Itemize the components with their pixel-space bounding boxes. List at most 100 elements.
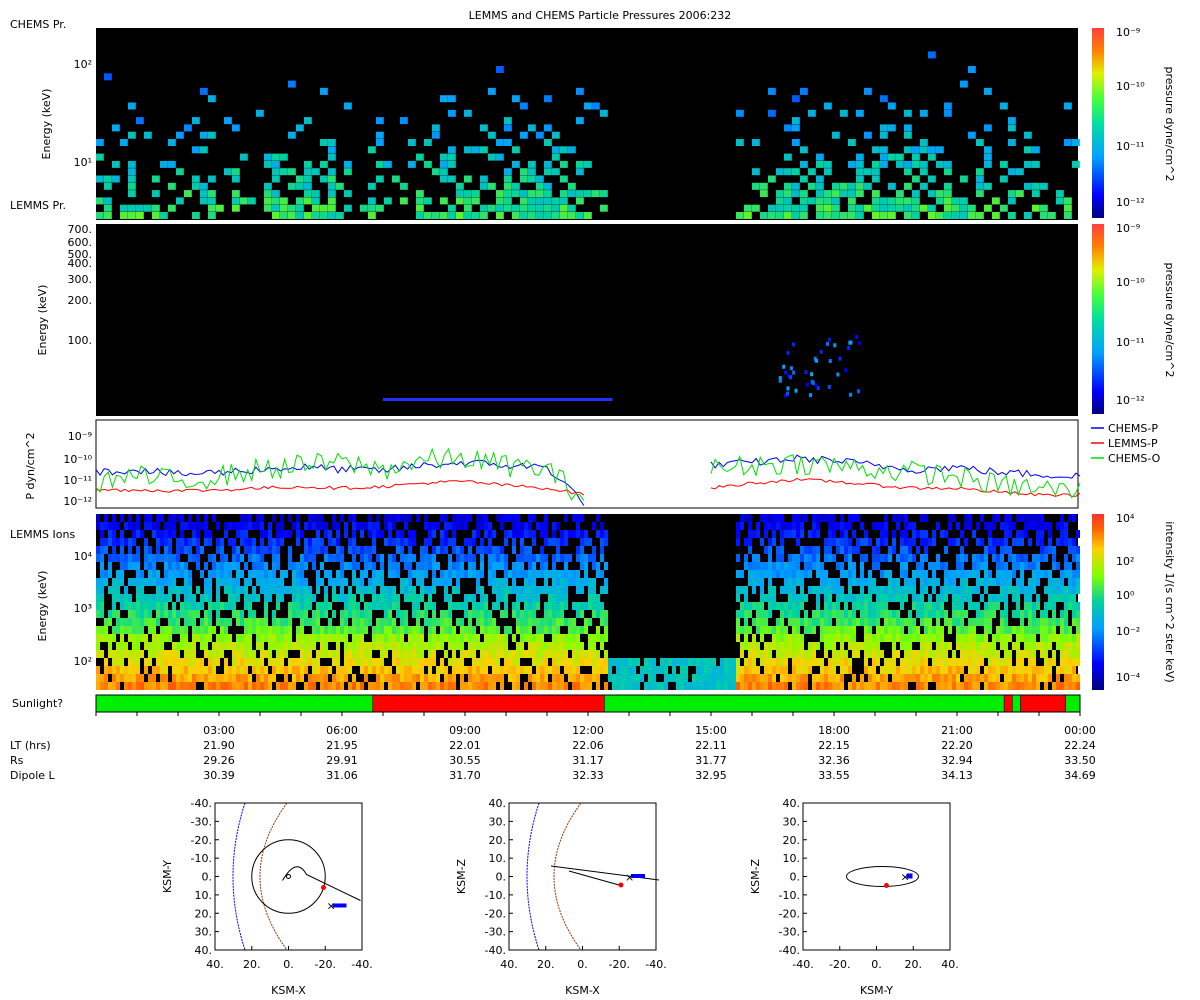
lemms-ions-pixel [1032,650,1036,658]
chems-pixel [208,95,216,103]
lemms-ions-pixel [568,554,572,562]
lemms-ions-pixel [176,538,180,546]
lemms-ions-pixel [900,586,904,594]
lemms-ions-pixel [868,570,872,578]
lemms-ions-pixel [968,522,972,530]
lemms-ions-pixel [912,602,916,610]
lemms-ions-pixel [1052,602,1056,610]
chems-pixel [464,175,472,183]
chems-pixel [896,204,904,212]
lemms-ions-pixel [316,514,320,522]
lemms-ions-pixel [812,642,816,650]
lemms-ions-pixel [172,586,176,594]
lemms-ions-pixel [444,570,448,578]
lemms-pressure-pixel [792,342,796,347]
lemms-ions-pixel [476,546,480,554]
lemms-ions-pixel [236,522,240,530]
lemms-ions-pixel [428,522,432,530]
lemms-ions-pixel [796,538,800,546]
chems-pixel [952,197,960,205]
lemms-ions-pixel [752,666,756,674]
lemms-ions-pixel [428,658,432,666]
lemms-ions-pixel [928,674,932,682]
lemms-ions-pixel [800,530,804,538]
lemms-ions-pixel [760,618,764,626]
chems-pixel [944,212,952,219]
lemms-ions-pixel [444,514,448,522]
chems-pixel [752,168,760,176]
lemms-ions-pixel [516,522,520,530]
lemms-ions-pixel [580,602,584,610]
lemms-ions-pixel [724,658,728,666]
chems-pixel [824,212,832,219]
lemms-ions-pixel [820,666,824,674]
lemms-ions-pixel [604,586,608,594]
lemms-ions-pixel [100,610,104,618]
lemms-ions-pixel [1064,642,1068,650]
lemms-ions-pixel [156,546,160,554]
lemms-ions-pixel [336,642,340,650]
lemms-ions-pixel [372,546,376,554]
lemms-ions-pixel [744,610,748,618]
lemms-ions-pixel [260,666,264,674]
lemms-ions-pixel [964,642,968,650]
lemms-ions-pixel [496,602,500,610]
lemms-ions-pixel [1056,674,1060,682]
lemms-ions-pixel [492,666,496,674]
chems-pixel [928,190,936,198]
chems-pixel [1024,212,1032,219]
lemms-ions-pixel [276,658,280,666]
lemms-ions-pixel [112,610,116,618]
lemms-ions-pixel [552,538,556,546]
chems-pixel [424,197,432,205]
lemms-ions-pixel [564,618,568,626]
lemms-ions-pixel [736,682,740,690]
pressure-legend: CHEMS-P LEMMS-P CHEMS-O [1091,422,1161,465]
lemms-ions-pixel [1048,546,1052,554]
lemms-ions-pixel [740,666,744,674]
lemms-ions-pixel [836,602,840,610]
chems-pixel [464,146,472,154]
lemms-ions-pixel [168,618,172,626]
lemms-ions-pixel [228,538,232,546]
lemms-ions-pixel [288,642,292,650]
lemms-ions-pixel [132,682,136,690]
lemms-ions-pixel [1012,642,1016,650]
chems-pixel [784,197,792,205]
lemms-ions-pixel [260,538,264,546]
lemms-ions-pixel [496,594,500,602]
lemms-ions-pixel [1028,650,1032,658]
lemms-ions-pixel [268,642,272,650]
lemms-ions-pixel [960,546,964,554]
lemms-ions-pixel [288,586,292,594]
lemms-ions-pixel [776,642,780,650]
lemms-ions-pixel [580,682,584,690]
lemms-ions-pixel [104,618,108,626]
lemms-ions-pixel [492,546,496,554]
lemms-ions-pixel [396,546,400,554]
lemms-ions-pixel [364,666,368,674]
lemms-ions-pixel [852,618,856,626]
lemms-ions-pixel [696,666,700,674]
lemms-ions-pixel [932,570,936,578]
lemms-ions-pixel [336,674,340,682]
lemms-ions-pixel [992,658,996,666]
lemms-ions-pixel [280,586,284,594]
lemms-ions-pixel [760,650,764,658]
lemms-ions-pixel [1060,610,1064,618]
chems-pixel [216,204,224,212]
lemms-ions-pixel [480,658,484,666]
lemms-pressure-pixel [810,372,814,377]
lemms-ions-pixel [584,570,588,578]
lemms-ions-pixel [896,554,900,562]
lemms-ions-pixel [148,514,152,522]
lemms-ions-pixel [416,570,420,578]
lemms-ions-pixel [984,618,988,626]
lemms-ions-pixel [208,634,212,642]
lemms-ions-pixel [552,554,556,562]
lemms-ions-pixel [796,682,800,690]
lemms-ions-pixel [548,586,552,594]
lemms-ions-pixel [488,642,492,650]
lemms-ions-pixel [876,602,880,610]
lemms-ions-pixel [216,634,220,642]
